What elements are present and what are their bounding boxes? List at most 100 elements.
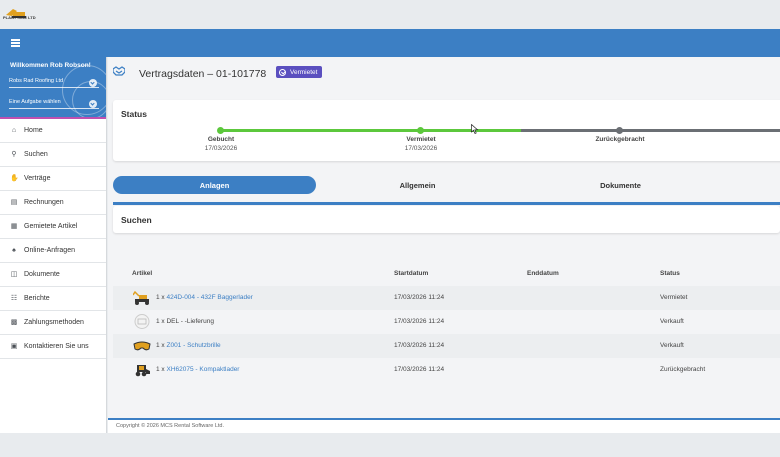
credit-card-icon: ▩ (10, 318, 18, 326)
article-cell: 1 x Z001 - Schutzbrille (156, 342, 221, 349)
start-date-cell: 17/03/2026 11:24 (394, 366, 445, 373)
table-header: Artikel Startdatum Enddatum Status (113, 262, 780, 286)
status-cell: Verkauft (660, 342, 684, 349)
welcome-title: Willkommen Rob Robson! (10, 62, 91, 69)
quantity: 1 x (156, 318, 165, 325)
sidebar-item-dokumente[interactable]: ◫ Dokumente (0, 263, 106, 287)
tab-allgemein[interactable]: Allgemein (316, 176, 519, 194)
skid-steer-icon (135, 365, 150, 377)
table-row[interactable]: 1 x 424D-004 - 432F Baggerlader 17/03/20… (113, 286, 780, 310)
sidebar-item-label: Home (24, 127, 43, 134)
task-select[interactable]: Eine Aufgabe wählen (9, 99, 99, 109)
article-link[interactable]: 424D-004 - 432F Baggerlader (166, 294, 252, 301)
article-cell: 1 x DEL - -Lieferung (156, 318, 214, 325)
company-select-value: Robs Rad Roofing Ltd (9, 78, 64, 84)
table-row[interactable]: 1 x Z001 - Schutzbrille 17/03/2026 11:24… (113, 334, 780, 358)
chevron-down-icon (89, 100, 97, 108)
bell-icon: ♠ (12, 246, 16, 254)
top-bar: PLANT HIRE LTD (0, 0, 780, 29)
start-date-cell: 17/03/2026 11:24 (394, 294, 445, 301)
article-link[interactable]: XH62075 - Kompaktlader (166, 366, 239, 373)
sidebar-item-label: Dokumente (24, 271, 60, 278)
sidebar-item-suchen[interactable]: ⚲ Suchen (0, 143, 106, 167)
column-header-startdatum[interactable]: Startdatum (394, 270, 428, 277)
page-header: Vertragsdaten – 01-101778 Vermietet (108, 57, 780, 93)
status-step-dot (616, 127, 623, 134)
article-cell: 1 x XH62075 - Kompaktlader (156, 366, 239, 373)
quantity: 1 x (156, 366, 165, 373)
tab-underline (113, 202, 780, 205)
sidebar-item-label: Kontaktieren Sie uns (24, 343, 89, 350)
footer: Copyright © 2026 MCS Rental Software Ltd… (108, 420, 780, 433)
column-header-status[interactable]: Status (660, 270, 680, 277)
status-step-dot (417, 127, 424, 134)
search-card[interactable]: Suchen (113, 206, 780, 233)
page-title: Vertragsdaten – 01-101778 (139, 68, 267, 80)
check-circle-icon (279, 68, 286, 76)
sidebar-item-label: Online-Anfragen (24, 247, 75, 254)
tab-anlagen[interactable]: Anlagen (113, 176, 316, 194)
invoice-icon: ▤ (10, 198, 18, 206)
sidebar-item-gemietete-artikel[interactable]: ▦ Gemietete Artikel (0, 215, 106, 239)
list-icon: ▦ (10, 222, 18, 230)
article-link[interactable]: Z001 - Schutzbrille (166, 342, 220, 349)
sidebar-item-label: Rechnungen (24, 199, 64, 206)
no-image-icon (134, 314, 150, 329)
contact-card-icon: ▣ (10, 342, 18, 350)
sidebar-item-online-anfragen[interactable]: ♠ Online-Anfragen (0, 239, 106, 263)
status-track-pending (521, 129, 780, 132)
excavator-icon (133, 290, 149, 305)
status-card: Status Gebucht 17/03/2026 Vermietet 17/0… (113, 100, 780, 161)
sidebar-item-label: Suchen (24, 151, 48, 158)
sidebar-item-kontakt[interactable]: ▣ Kontaktieren Sie uns (0, 335, 106, 359)
sidebar-item-home[interactable]: ⌂ Home (0, 119, 106, 143)
status-step-date: 17/03/2026 (404, 145, 438, 152)
chevron-down-icon (89, 79, 97, 87)
status-step-label: Zurückgebracht (595, 136, 645, 143)
sidebar-item-label: Gemietete Artikel (24, 223, 78, 230)
sidebar-item-berichte[interactable]: ☷ Berichte (0, 287, 106, 311)
company-select[interactable]: Robs Rad Roofing Ltd (9, 78, 99, 88)
status-badge-label: Vermietet (290, 68, 318, 76)
table-row[interactable]: 1 x DEL - -Lieferung 17/03/2026 11:24 Ve… (113, 310, 780, 334)
search-icon: ⚲ (11, 150, 17, 158)
article-text: DEL - -Lieferung (166, 318, 214, 325)
sidebar-item-label: Zahlungsmethoden (24, 319, 84, 326)
quantity: 1 x (156, 294, 165, 301)
table-row[interactable]: 1 x XH62075 - Kompaktlader 17/03/2026 11… (113, 358, 780, 382)
column-header-enddatum[interactable]: Enddatum (527, 270, 559, 277)
start-date-cell: 17/03/2026 11:24 (394, 318, 445, 325)
goggles-icon (133, 341, 151, 351)
sidebar: Willkommen Rob Robson! Robs Rad Roofing … (0, 57, 107, 433)
status-badge: Vermietet (276, 66, 323, 78)
home-icon: ⌂ (11, 126, 17, 134)
excavator-logo-icon[interactable] (3, 3, 33, 23)
status-cell: Vermietet (660, 294, 688, 301)
items-table: Artikel Startdatum Enddatum Status 1 x 4… (113, 262, 780, 382)
tab-bar: Anlagen Allgemein Dokumente (113, 176, 780, 194)
status-cell: Zurückgebracht (660, 366, 706, 373)
search-title: Suchen (121, 215, 152, 225)
documents-icon: ◫ (10, 270, 18, 278)
column-header-artikel[interactable]: Artikel (132, 270, 152, 277)
sidebar-item-vertraege[interactable]: ✋ Verträge (0, 167, 106, 191)
handshake-icon (113, 66, 125, 76)
sidebar-item-label: Verträge (24, 175, 51, 182)
status-step-dot (217, 127, 224, 134)
start-date-cell: 17/03/2026 11:24 (394, 342, 445, 349)
status-step-date: 17/03/2026 (204, 145, 238, 152)
report-icon: ☷ (10, 294, 18, 302)
quantity: 1 x (156, 342, 165, 349)
handshake-icon: ✋ (10, 174, 19, 182)
tab-dokumente[interactable]: Dokumente (519, 176, 722, 194)
status-step-label: Vermietet (406, 136, 436, 143)
status-card-title: Status (121, 109, 147, 119)
status-step-label: Gebucht (207, 136, 235, 143)
nav-bar (0, 29, 780, 57)
article-cell: 1 x 424D-004 - 432F Baggerlader (156, 294, 253, 301)
status-cell: Verkauft (660, 318, 684, 325)
hamburger-menu-icon[interactable] (11, 39, 20, 47)
sidebar-item-zahlungsmethoden[interactable]: ▩ Zahlungsmethoden (0, 311, 106, 335)
sidebar-item-label: Berichte (24, 295, 50, 302)
sidebar-item-rechnungen[interactable]: ▤ Rechnungen (0, 191, 106, 215)
